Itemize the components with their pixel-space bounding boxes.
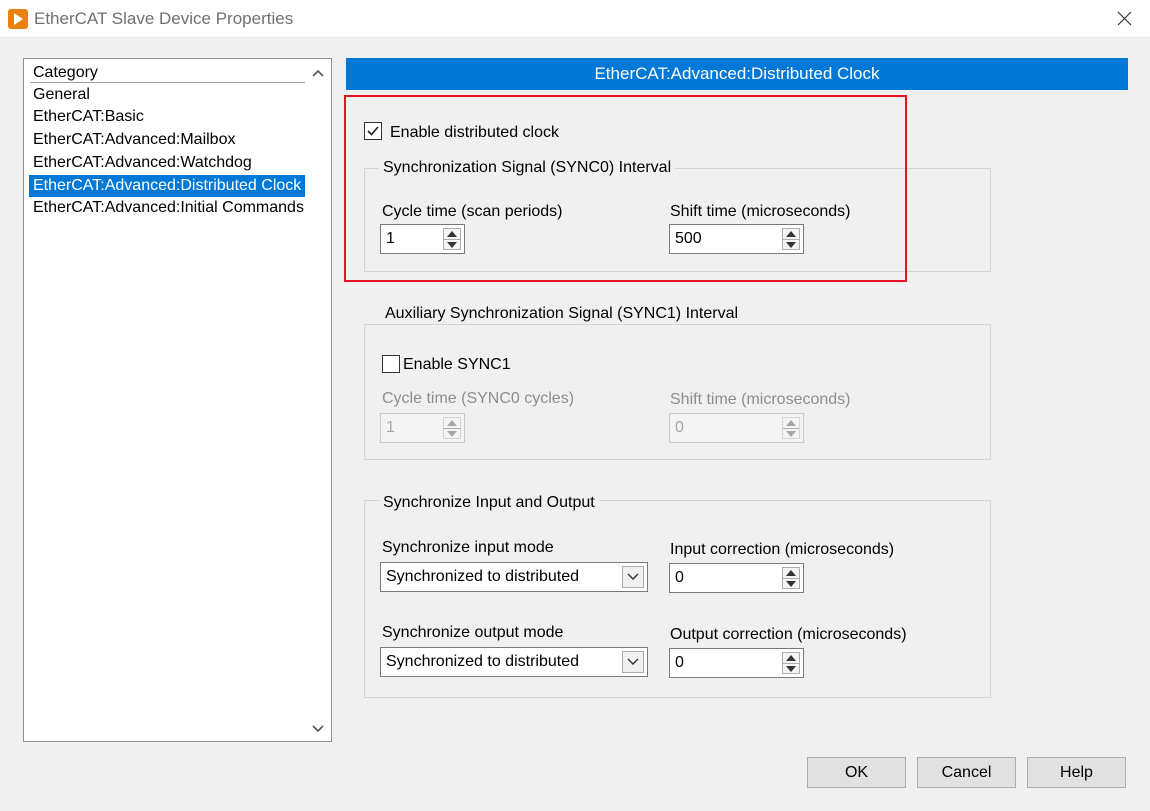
spin-down-icon[interactable] xyxy=(786,242,796,248)
sync0-shift-time-value[interactable]: 500 xyxy=(675,229,702,249)
title-bar: EtherCAT Slave Device Properties xyxy=(0,0,1150,38)
category-scrollbar[interactable] xyxy=(305,59,331,741)
input-correction-value[interactable]: 0 xyxy=(675,568,684,588)
category-item-general[interactable]: General xyxy=(29,84,306,106)
spinner-buttons[interactable] xyxy=(443,228,461,250)
close-icon xyxy=(1117,11,1132,26)
enable-distributed-clock-checkbox[interactable] xyxy=(364,122,382,140)
spin-up-icon xyxy=(786,420,796,426)
sync0-cycle-time-spinner[interactable]: 1 xyxy=(380,224,465,254)
input-correction-label: Input correction (microseconds) xyxy=(670,541,895,558)
ok-button[interactable]: OK xyxy=(807,757,906,788)
sync1-cycle-time-spinner: 1 xyxy=(380,413,465,443)
sync1-cycle-time-value: 1 xyxy=(386,419,395,436)
category-column-header[interactable]: Category xyxy=(30,62,306,83)
spin-up-icon[interactable] xyxy=(786,570,796,576)
scroll-down-icon[interactable] xyxy=(311,721,325,735)
category-item-initial-commands[interactable]: EtherCAT:Advanced:Initial Commands xyxy=(29,197,306,219)
spinner-buttons[interactable] xyxy=(782,567,800,589)
output-mode-dropdown[interactable]: Synchronized to distributed xyxy=(380,647,648,677)
sync-io-group-title: Synchronize Input and Output xyxy=(379,493,599,513)
spin-up-icon[interactable] xyxy=(786,655,796,661)
category-item-watchdog[interactable]: EtherCAT:Advanced:Watchdog xyxy=(29,152,306,174)
chevron-down-icon xyxy=(627,658,639,665)
spin-down-icon[interactable] xyxy=(447,242,457,248)
category-list[interactable]: Category General EtherCAT:Basic EtherCAT… xyxy=(23,58,332,742)
labview-icon xyxy=(8,9,28,29)
spinner-buttons xyxy=(443,417,461,439)
output-mode-value[interactable]: Synchronized to distributed xyxy=(386,652,579,672)
enable-sync1-label[interactable]: Enable SYNC1 xyxy=(403,355,511,375)
enable-sync1-checkbox[interactable] xyxy=(382,355,400,373)
spin-down-icon xyxy=(447,431,457,437)
spinner-buttons xyxy=(782,417,800,439)
spin-up-icon[interactable] xyxy=(786,231,796,237)
scroll-up-icon[interactable] xyxy=(311,67,325,81)
category-item-mailbox[interactable]: EtherCAT:Advanced:Mailbox xyxy=(29,129,306,151)
chevron-down-icon xyxy=(627,573,639,580)
dropdown-button[interactable] xyxy=(622,566,644,588)
spin-down-icon xyxy=(786,431,796,437)
input-mode-label: Synchronize input mode xyxy=(382,539,554,556)
sync1-shift-time-label: Shift time (microseconds) xyxy=(670,391,851,408)
output-mode-label: Synchronize output mode xyxy=(382,624,564,641)
output-correction-label: Output correction (microseconds) xyxy=(670,626,907,643)
dropdown-button[interactable] xyxy=(622,651,644,673)
sync0-shift-time-label: Shift time (microseconds) xyxy=(670,203,851,220)
close-button[interactable] xyxy=(1100,0,1150,38)
spin-down-icon[interactable] xyxy=(786,581,796,587)
sync0-cycle-time-label: Cycle time (scan periods) xyxy=(382,203,563,220)
sync1-shift-time-spinner: 0 xyxy=(669,413,804,443)
help-button[interactable]: Help xyxy=(1027,757,1126,788)
checkmark-icon xyxy=(367,126,379,136)
sync1-cycle-time-label: Cycle time (SYNC0 cycles) xyxy=(382,390,575,407)
output-correction-value[interactable]: 0 xyxy=(675,653,684,673)
panel-header: EtherCAT:Advanced:Distributed Clock xyxy=(346,58,1128,90)
spin-up-icon xyxy=(447,420,457,426)
spin-up-icon[interactable] xyxy=(447,231,457,237)
spin-down-icon[interactable] xyxy=(786,666,796,672)
spinner-buttons[interactable] xyxy=(782,652,800,674)
sync1-group-title: Auxiliary Synchronization Signal (SYNC1)… xyxy=(381,304,743,324)
sync0-shift-time-spinner[interactable]: 500 xyxy=(669,224,804,254)
sync0-cycle-time-value[interactable]: 1 xyxy=(386,229,395,249)
sync0-group-title: Synchronization Signal (SYNC0) Interval xyxy=(379,158,676,178)
window-title: EtherCAT Slave Device Properties xyxy=(34,9,294,28)
input-mode-value[interactable]: Synchronized to distributed xyxy=(386,567,579,587)
input-mode-dropdown[interactable]: Synchronized to distributed xyxy=(380,562,648,592)
cancel-button[interactable]: Cancel xyxy=(917,757,1016,788)
input-correction-spinner[interactable]: 0 xyxy=(669,563,804,593)
category-item-distributed-clock[interactable]: EtherCAT:Advanced:Distributed Clock xyxy=(29,175,306,197)
output-correction-spinner[interactable]: 0 xyxy=(669,648,804,678)
enable-distributed-clock-label[interactable]: Enable distributed clock xyxy=(390,123,559,143)
spinner-buttons[interactable] xyxy=(782,228,800,250)
category-item-basic[interactable]: EtherCAT:Basic xyxy=(29,106,306,128)
sync1-shift-time-value: 0 xyxy=(675,419,684,436)
